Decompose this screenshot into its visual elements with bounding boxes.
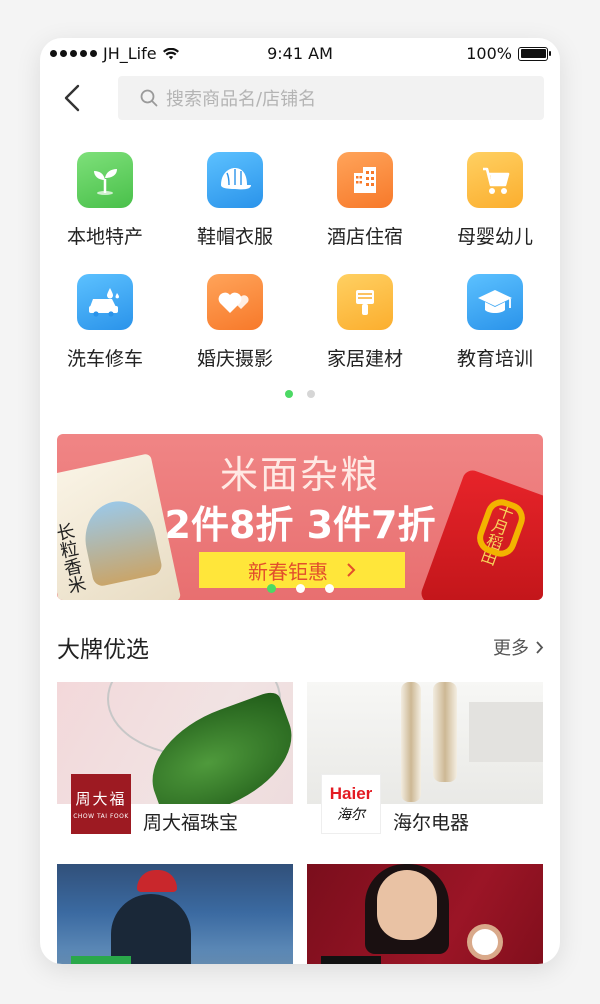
brand-image <box>307 864 543 964</box>
chow-tai-fook-logo: 周大福 CHOW TAI FOOK <box>71 774 131 834</box>
status-bar: JH_Life 9:41 AM 100% <box>40 38 560 70</box>
category-label: 母婴幼儿 <box>456 226 533 248</box>
stroller-icon <box>467 152 523 208</box>
category-wedding-photo[interactable]: 婚庆摄影 <box>170 274 300 371</box>
back-arrow-icon[interactable] <box>58 80 88 116</box>
cap-icon <box>207 152 263 208</box>
banner-cta-button[interactable]: 新春钜惠 <box>199 552 405 588</box>
category-page-indicator <box>40 390 560 398</box>
logo-text-cn: 周大福 <box>75 790 127 808</box>
chevron-right-icon <box>347 563 356 577</box>
brand-name: 海尔电器 <box>393 812 470 834</box>
logo-text-en: CHOW TAI FOOK <box>73 813 129 820</box>
category-label: 家居建材 <box>326 348 403 370</box>
brand-card-haier[interactable]: Haier 海尔 海尔电器 <box>307 682 543 838</box>
category-label: 洗车修车 <box>66 348 143 370</box>
brand-card-4[interactable] <box>307 864 543 964</box>
brand-card-3[interactable] <box>57 864 293 964</box>
category-label: 婚庆摄影 <box>196 348 273 370</box>
sprout-icon <box>77 152 133 208</box>
banner-dot[interactable] <box>295 584 305 593</box>
banner-dot[interactable] <box>324 584 334 593</box>
banner-page-indicator <box>57 584 543 593</box>
category-education[interactable]: 教育培训 <box>430 274 560 371</box>
category-label: 本地特产 <box>66 226 143 248</box>
search-bar[interactable]: 搜索商品名/店铺名 <box>118 76 544 120</box>
category-label: 酒店住宿 <box>326 226 403 248</box>
brand-logo-tag <box>71 956 131 964</box>
promo-banner[interactable]: 长粒香米 十月稻田 米面杂粮 2件8折 3件7折 新春钜惠 <box>57 434 543 600</box>
brand-name: 周大福珠宝 <box>143 812 239 834</box>
search-icon <box>140 89 158 107</box>
section-title: 大牌优选 <box>57 637 149 663</box>
more-label: 更多 <box>493 638 529 659</box>
page-dot[interactable] <box>307 390 315 398</box>
banner-dot-active[interactable] <box>266 584 276 593</box>
brush-icon <box>337 274 393 330</box>
category-hotel[interactable]: 酒店住宿 <box>300 152 430 249</box>
phone-screen: JH_Life 9:41 AM 100% 搜索商品名/店铺名 本地特产 鞋帽衣服… <box>40 38 560 964</box>
category-car-wash[interactable]: 洗车修车 <box>40 274 170 371</box>
graduation-cap-icon <box>467 274 523 330</box>
more-link[interactable]: 更多 <box>493 634 544 660</box>
battery-group: 100% <box>466 44 551 63</box>
category-mother-baby[interactable]: 母婴幼儿 <box>430 152 560 249</box>
brand-logo-tag <box>321 956 381 964</box>
building-icon <box>337 152 393 208</box>
haier-logo: Haier 海尔 <box>321 774 381 834</box>
chevron-right-icon <box>536 640 544 654</box>
category-home-building[interactable]: 家居建材 <box>300 274 430 371</box>
category-label: 鞋帽衣服 <box>196 226 273 248</box>
battery-icon <box>518 46 551 61</box>
hearts-icon <box>207 274 263 330</box>
category-label: 教育培训 <box>456 348 533 370</box>
cta-label: 新春钜惠 <box>248 559 328 584</box>
page-dot-active[interactable] <box>285 390 293 398</box>
car-wash-icon <box>77 274 133 330</box>
brand-card-chow-tai-fook[interactable]: 周大福 CHOW TAI FOOK 周大福珠宝 <box>57 682 293 838</box>
category-local-specialty[interactable]: 本地特产 <box>40 152 170 249</box>
logo-text-en: Haier <box>329 784 373 803</box>
banner-title: 米面杂粮 <box>219 453 380 497</box>
battery-percent: 100% <box>466 44 512 63</box>
logo-text-cn: 海尔 <box>337 807 365 823</box>
brand-image <box>57 864 293 964</box>
category-apparel[interactable]: 鞋帽衣服 <box>170 152 300 249</box>
search-placeholder: 搜索商品名/店铺名 <box>166 89 317 110</box>
banner-subtitle: 2件8折 3件7折 <box>164 503 436 547</box>
